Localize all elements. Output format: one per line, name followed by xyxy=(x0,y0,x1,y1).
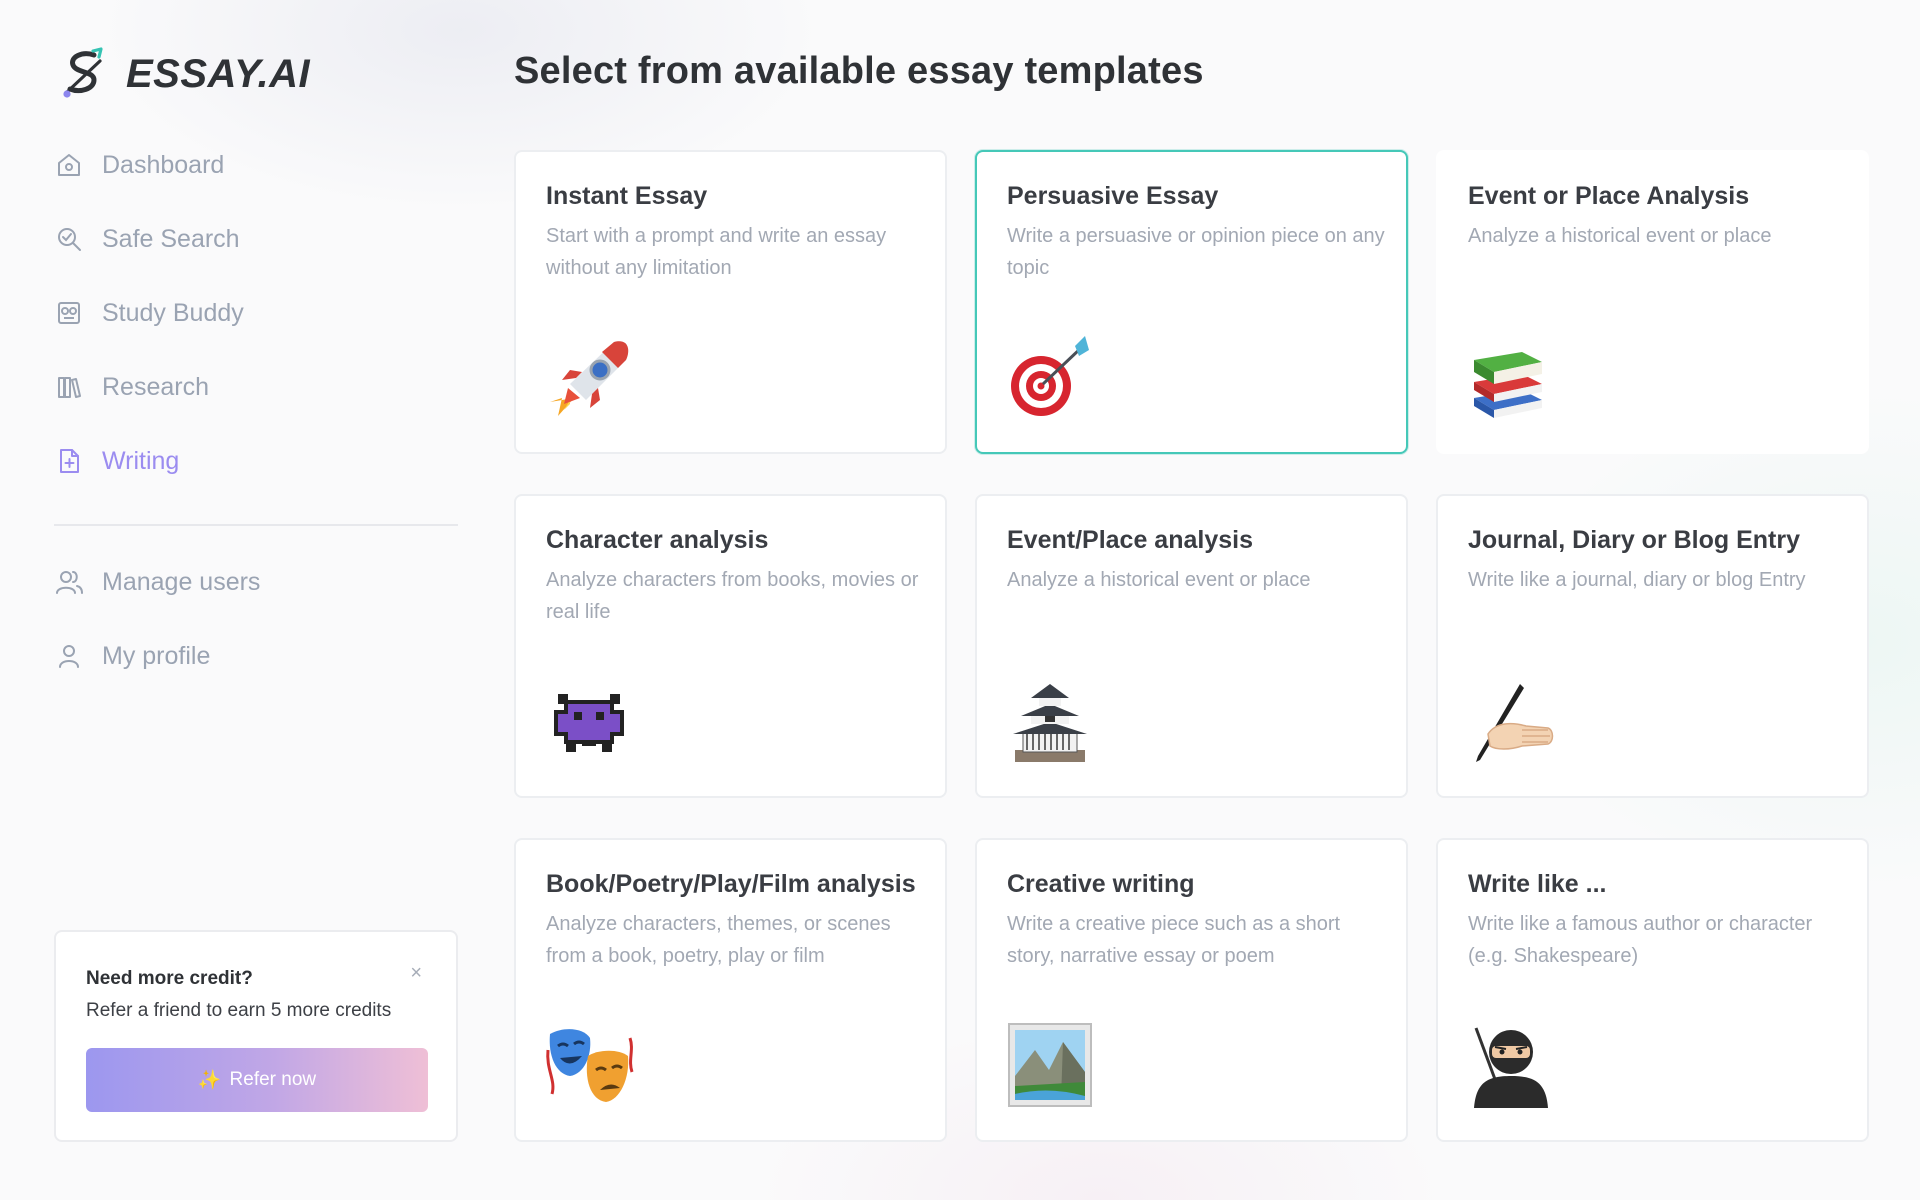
page-title: Select from available essay templates xyxy=(514,50,1204,92)
sidebar-item-dashboard[interactable]: Dashboard xyxy=(54,140,464,190)
template-card-journal-diary-blog[interactable]: Journal, Diary or Blog Entry Write like … xyxy=(1436,494,1869,798)
template-description: Analyze characters from books, movies or… xyxy=(546,569,919,623)
template-title: Persuasive Essay xyxy=(1007,182,1219,210)
template-title: Instant Essay xyxy=(546,182,708,210)
sidebar-item-label: Dashboard xyxy=(102,150,225,179)
template-description: Write like a journal, diary or blog Entr… xyxy=(1468,569,1806,591)
template-title: Journal, Diary or Blog Entry xyxy=(1468,526,1801,554)
logo[interactable]: ESSAY.AI xyxy=(60,46,310,102)
sidebar-item-my-profile[interactable]: My profile xyxy=(54,631,464,681)
study-buddy-icon xyxy=(54,298,84,328)
template-title: Creative writing xyxy=(1007,870,1195,898)
refer-now-label: Refer now xyxy=(229,1069,317,1090)
ninja-icon xyxy=(1474,1027,1548,1108)
file-plus-icon xyxy=(54,446,84,476)
template-title: Write like ... xyxy=(1468,870,1607,898)
credit-promo-card: Need more credit? × Refer a friend to ea… xyxy=(54,930,458,1142)
sparkle-icon: ✨ xyxy=(197,1070,222,1091)
template-description: Analyze a historical event or place xyxy=(1468,225,1772,247)
main-nav: Dashboard Safe Search Study Buddy Resear… xyxy=(54,140,464,510)
sidebar-item-manage-users[interactable]: Manage users xyxy=(54,557,464,607)
template-description: Start with a prompt and write an essay w… xyxy=(546,225,887,279)
books-stack-icon xyxy=(1474,352,1542,418)
template-card-event-place-analysis[interactable]: Event/Place analysis Analyze a historica… xyxy=(975,494,1408,798)
sidebar: ESSAY.AI Dashboard Safe Search Study Bud… xyxy=(0,0,470,1200)
template-card-event-or-place-analysis[interactable]: Event or Place Analysis Analyze a histor… xyxy=(1436,150,1869,454)
template-card-write-like[interactable]: Write like ... Write like a famous autho… xyxy=(1436,838,1869,1142)
users-icon xyxy=(54,567,84,597)
sidebar-item-label: Manage users xyxy=(102,567,261,596)
landscape-picture-icon xyxy=(1008,1023,1092,1107)
sidebar-item-label: Study Buddy xyxy=(102,298,244,327)
template-title: Book/Poetry/Play/Film analysis xyxy=(546,870,916,898)
template-description: Write a persuasive or opinion piece on a… xyxy=(1007,225,1385,279)
close-icon[interactable]: × xyxy=(410,962,422,985)
user-icon xyxy=(54,641,84,671)
template-title: Event/Place analysis xyxy=(1007,526,1253,554)
sidebar-item-label: Safe Search xyxy=(102,224,240,253)
books-icon xyxy=(54,372,84,402)
app-name: ESSAY.AI xyxy=(126,51,311,96)
castle-icon xyxy=(1013,684,1087,762)
template-title: Event or Place Analysis xyxy=(1468,182,1750,210)
home-icon xyxy=(54,150,84,180)
template-card-character-analysis[interactable]: Character analysis Analyze characters fr… xyxy=(514,494,947,798)
template-card-instant-essay[interactable]: Instant Essay Start with a prompt and wr… xyxy=(514,150,947,454)
sidebar-item-study-buddy[interactable]: Study Buddy xyxy=(54,288,464,338)
target-icon xyxy=(1011,336,1089,416)
refer-now-button[interactable]: ✨ Refer now xyxy=(86,1048,428,1112)
credit-promo-title: Need more credit? xyxy=(86,968,253,989)
template-description: Write a creative piece such as a short s… xyxy=(1007,913,1341,967)
sidebar-item-label: My profile xyxy=(102,641,211,670)
writing-hand-icon xyxy=(1476,684,1554,762)
sidebar-divider xyxy=(54,524,458,526)
template-description: Write like a famous author or character … xyxy=(1468,913,1813,967)
sidebar-item-label: Writing xyxy=(102,446,180,475)
theater-masks-icon xyxy=(546,1029,634,1102)
template-card-persuasive-essay[interactable]: Persuasive Essay Write a persuasive or o… xyxy=(975,150,1408,454)
template-card-creative-writing[interactable]: Creative writing Write a creative piece … xyxy=(975,838,1408,1142)
credit-promo-text: Refer a friend to earn 5 more credits xyxy=(86,1000,392,1021)
template-title: Character analysis xyxy=(546,526,769,554)
secondary-nav: Manage users My profile xyxy=(54,557,464,705)
template-card-book-poetry-play-film[interactable]: Book/Poetry/Play/Film analysis Analyze c… xyxy=(514,838,947,1142)
template-description: Analyze a historical event or place xyxy=(1007,569,1311,591)
sidebar-item-research[interactable]: Research xyxy=(54,362,464,412)
logo-mark-icon xyxy=(63,47,103,98)
template-grid: Instant Essay Start with a prompt and wr… xyxy=(514,150,1869,1150)
sidebar-item-writing[interactable]: Writing xyxy=(54,436,464,486)
pixel-monster-icon xyxy=(554,694,624,752)
search-icon xyxy=(54,224,84,254)
sidebar-item-label: Research xyxy=(102,372,209,401)
sidebar-item-safe-search[interactable]: Safe Search xyxy=(54,214,464,264)
rocket-icon xyxy=(550,341,629,416)
template-description: Analyze characters, themes, or scenes fr… xyxy=(546,913,891,967)
